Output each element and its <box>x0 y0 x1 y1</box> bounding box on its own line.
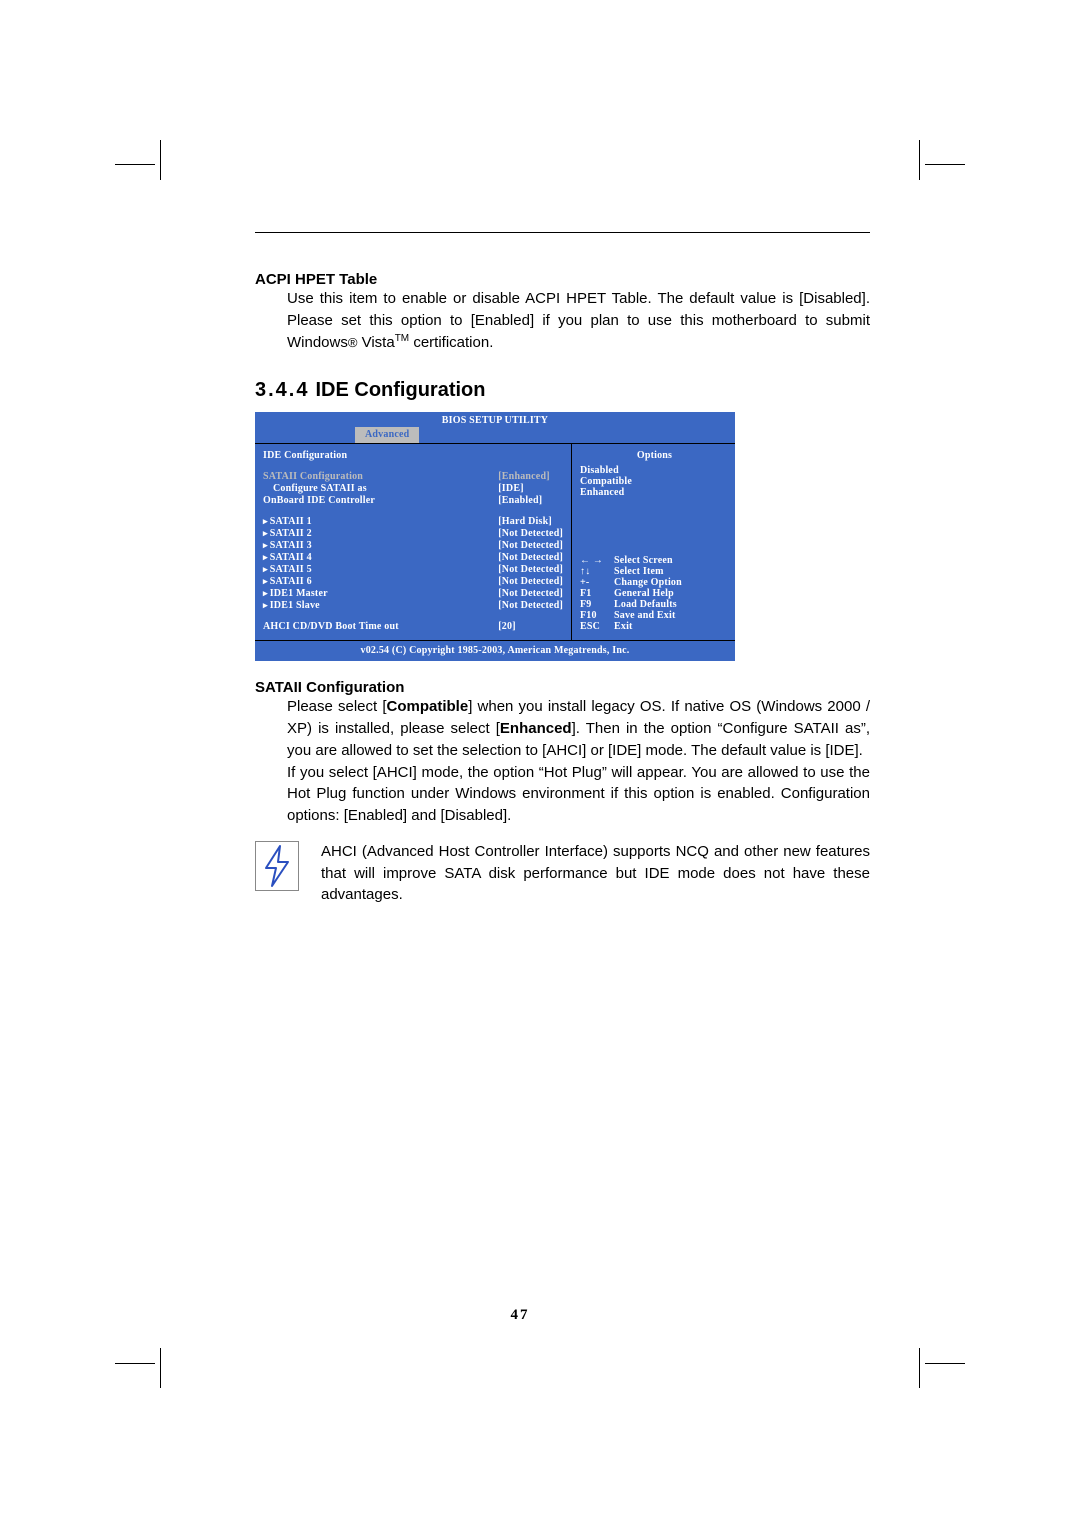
bios-title: BIOS SETUP UTILITY <box>255 412 735 427</box>
bios-row-label: SATAII 5 <box>263 564 490 575</box>
crop-mark <box>925 164 965 165</box>
bios-row-value: [Not Detected] <box>490 552 563 563</box>
bios-row-label: SATAII 6 <box>263 576 490 587</box>
bios-tab-bar: Advanced <box>255 427 735 443</box>
bios-hints: ← →Select Screen ↑↓Select Item +-Change … <box>580 535 729 632</box>
section-number: 3.4.4 <box>255 379 309 402</box>
page-number: 47 <box>115 1307 925 1324</box>
bios-option: Enhanced <box>580 487 729 498</box>
page-body: ACPI HPET Table Use this item to enable … <box>115 162 925 1368</box>
bios-row-label: OnBoard IDE Controller <box>263 495 490 506</box>
bios-row-value: [Enhanced] <box>490 471 563 482</box>
bios-left-panel: IDE Configuration SATAII Configuration [… <box>255 444 571 640</box>
bios-row-label: SATAII 2 <box>263 528 490 539</box>
bios-row-label: SATAII 1 <box>263 516 490 527</box>
bios-row-label: Configure SATAII as <box>263 483 490 494</box>
sataii-para1: Please select [Compatible] when you inst… <box>287 696 870 761</box>
bios-row-label: SATAII 4 <box>263 552 490 563</box>
bios-row-value: [Not Detected] <box>490 528 563 539</box>
note-text: AHCI (Advanced Host Controller Interface… <box>321 841 870 906</box>
bios-row-value: [Not Detected] <box>490 576 563 587</box>
bios-row-label: IDE1 Master <box>263 588 490 599</box>
bios-row-value: [Not Detected] <box>490 600 563 611</box>
bios-panel-title: IDE Configuration <box>263 450 563 461</box>
horizontal-rule <box>255 232 870 233</box>
bios-tab-advanced: Advanced <box>355 427 419 443</box>
sataii-para2: If you select [AHCI] mode, the option “H… <box>287 762 870 827</box>
bios-footer: v02.54 (C) Copyright 1985-2003, American… <box>255 641 735 661</box>
lightning-icon <box>255 841 299 891</box>
bios-row-value: [Not Detected] <box>490 540 563 551</box>
bios-row-label: SATAII 3 <box>263 540 490 551</box>
bios-row-label: SATAII Configuration <box>263 471 490 482</box>
acpi-hpet-body: Use this item to enable or disable ACPI … <box>287 288 870 353</box>
bios-screenshot: BIOS SETUP UTILITY Advanced IDE Configur… <box>255 412 735 661</box>
bios-right-panel: Options Disabled Compatible Enhanced ← →… <box>571 444 735 640</box>
bios-row-value: [Enabled] <box>490 495 563 506</box>
crop-mark <box>925 1363 965 1364</box>
bios-row-label: AHCI CD/DVD Boot Time out <box>263 621 490 632</box>
bios-row-value: [Not Detected] <box>490 588 563 599</box>
bios-row-value: [Hard Disk] <box>490 516 563 527</box>
bios-option: Disabled <box>580 465 729 476</box>
bios-row-value: [IDE] <box>490 483 563 494</box>
acpi-hpet-heading: ACPI HPET Table <box>255 271 870 288</box>
bios-row-value: [Not Detected] <box>490 564 563 575</box>
bios-row-label: IDE1 Slave <box>263 600 490 611</box>
section-title: IDE Configuration <box>315 379 485 401</box>
bios-option: Compatible <box>580 476 729 487</box>
bios-row-value: [20] <box>490 621 563 632</box>
bios-options-title: Options <box>580 450 729 461</box>
section-heading: 3.4.4 IDE Configuration <box>255 379 870 402</box>
note-block: AHCI (Advanced Host Controller Interface… <box>255 841 870 906</box>
sataii-heading: SATAII Configuration <box>255 679 870 696</box>
